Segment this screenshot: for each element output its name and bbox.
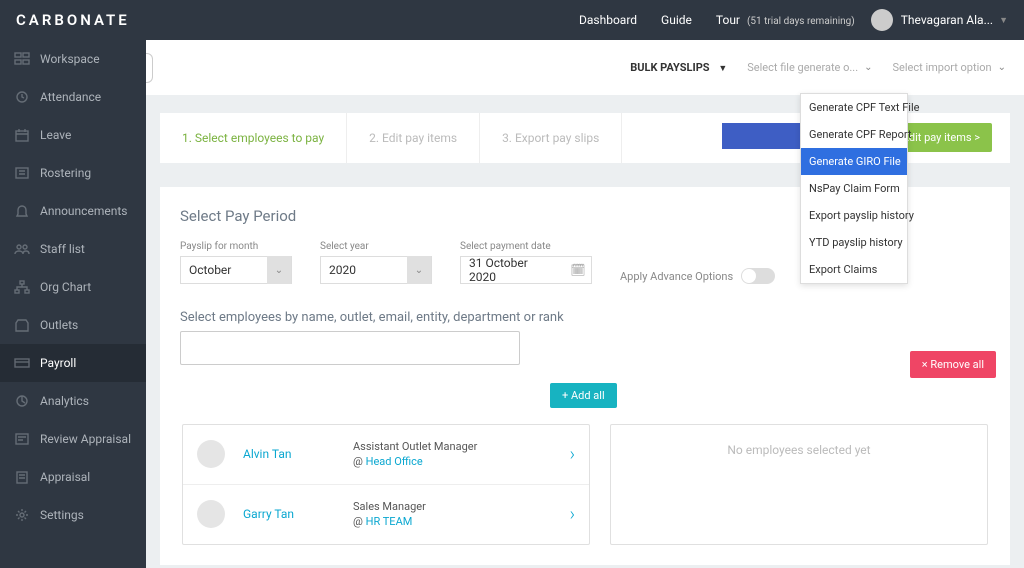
review-icon: [14, 432, 30, 446]
nav-tour-label: Tour: [716, 13, 740, 27]
sidebar-item-org-chart[interactable]: Org Chart: [0, 268, 146, 306]
payment-date-input[interactable]: 31 October 2020 🗓: [460, 256, 592, 284]
selected-employees-pane: No employees selected yet: [610, 424, 988, 545]
avatar: [197, 500, 225, 528]
generate-dropdown-menu: Generate CPF Text File Generate CPF Repo…: [800, 93, 908, 284]
chevron-down-icon[interactable]: ▼: [999, 15, 1008, 26]
chevron-down-icon: ▼: [718, 64, 727, 74]
generate-option[interactable]: Generate GIRO File: [801, 148, 907, 175]
generate-option[interactable]: Export payslip history: [801, 202, 907, 229]
analytics-icon: [14, 394, 30, 408]
employee-meta: Assistant Outlet Manager @ Head Office: [353, 439, 570, 470]
employee-search-label: Select employees by name, outlet, email,…: [180, 310, 990, 325]
nav-dashboard[interactable]: Dashboard: [579, 13, 637, 27]
employee-name[interactable]: Alvin Tan: [243, 447, 353, 461]
sidebar: Workspace Attendance Leave Rostering Ann…: [0, 40, 146, 568]
rostering-icon: [14, 166, 30, 180]
month-select[interactable]: October ⌄: [180, 256, 292, 284]
org-chart-icon: [14, 280, 30, 294]
leave-icon: [14, 128, 30, 142]
generate-option[interactable]: Generate CPF Report: [801, 121, 907, 148]
advance-options-toggle[interactable]: [741, 268, 775, 284]
outlets-icon: [14, 318, 30, 332]
generate-option[interactable]: YTD payslip history: [801, 229, 907, 256]
sidebar-item-label: Outlets: [40, 318, 78, 332]
sidebar-item-label: Analytics: [40, 394, 89, 408]
sidebar-item-label: Announcements: [40, 204, 127, 218]
gear-icon: [14, 508, 30, 522]
remove-all-button[interactable]: × Remove all: [910, 351, 996, 378]
employee-meta: Sales Manager @ HR TEAM: [353, 499, 570, 530]
bell-icon: [14, 204, 30, 218]
sidebar-item-workspace[interactable]: Workspace: [0, 40, 146, 78]
sidebar-item-leave[interactable]: Leave: [0, 116, 146, 154]
chevron-down-icon: ⌄: [998, 62, 1006, 73]
advance-options-label: Apply Advance Options: [620, 270, 733, 283]
sidebar-item-label: Appraisal: [40, 470, 90, 484]
sidebar-item-analytics[interactable]: Analytics: [0, 382, 146, 420]
bulk-payslips-label[interactable]: BULK PAYSLIPS ▼: [630, 61, 727, 74]
available-employees-pane: Alvin Tan Assistant Outlet Manager @ Hea…: [182, 424, 590, 545]
step-1[interactable]: 1. Select employees to pay: [160, 113, 347, 163]
employee-row[interactable]: Alvin Tan Assistant Outlet Manager @ Hea…: [183, 425, 589, 485]
generate-option[interactable]: Generate CPF Text File: [801, 94, 907, 121]
sidebar-item-payroll[interactable]: Payroll: [0, 344, 146, 382]
chevron-down-icon: ⌄: [864, 62, 872, 73]
nav-tour[interactable]: Tour (51 trial days remaining): [716, 13, 855, 27]
empty-state-text: No employees selected yet: [727, 443, 870, 457]
generate-dropdown[interactable]: Select file generate o... ⌄: [747, 61, 872, 74]
employee-name[interactable]: Garry Tan: [243, 507, 353, 521]
sidebar-item-outlets[interactable]: Outlets: [0, 306, 146, 344]
avatar[interactable]: [871, 9, 893, 31]
sidebar-item-label: Staff list: [40, 242, 85, 256]
import-dropdown[interactable]: Select import option ⌄: [892, 61, 1006, 74]
payment-date-value: 31 October 2020: [461, 256, 565, 284]
sidebar-item-label: Settings: [40, 508, 84, 522]
callout-arrow: [722, 123, 800, 149]
sidebar-item-staff-list[interactable]: Staff list: [0, 230, 146, 268]
chevron-down-icon: ⌄: [407, 256, 431, 284]
sidebar-item-label: Payroll: [40, 356, 76, 370]
chevron-down-icon: ⌄: [267, 256, 291, 284]
chevron-right-icon[interactable]: ›: [570, 444, 575, 465]
sidebar-item-appraisal[interactable]: Appraisal: [0, 458, 146, 496]
sidebar-item-label: Attendance: [40, 90, 101, 104]
sidebar-item-review-appraisal[interactable]: Review Appraisal: [0, 420, 146, 458]
add-all-button[interactable]: + Add all: [550, 383, 617, 408]
employee-search-input[interactable]: [180, 331, 520, 365]
sidebar-item-rostering[interactable]: Rostering: [0, 154, 146, 192]
sidebar-item-announcements[interactable]: Announcements: [0, 192, 146, 230]
trial-days: (51 trial days remaining): [747, 16, 855, 27]
step-2[interactable]: 2. Edit pay items: [347, 113, 480, 163]
month-label: Payslip for month: [180, 241, 292, 252]
sidebar-item-settings[interactable]: Settings: [0, 496, 146, 534]
sidebar-item-label: Leave: [40, 128, 71, 142]
step-3[interactable]: 3. Export pay slips: [480, 113, 622, 163]
payment-date-label: Select payment date: [460, 241, 592, 252]
side-tab-handle[interactable]: [146, 53, 153, 83]
appraisal-icon: [14, 470, 30, 484]
sidebar-item-label: Org Chart: [40, 280, 91, 294]
sidebar-item-attendance[interactable]: Attendance: [0, 78, 146, 116]
sidebar-item-label: Review Appraisal: [40, 432, 131, 446]
year-select[interactable]: 2020 ⌄: [320, 256, 432, 284]
calendar-icon: 🗓: [565, 263, 591, 277]
employee-row[interactable]: Garry Tan Sales Manager @ HR TEAM ›: [183, 485, 589, 544]
avatar: [197, 440, 225, 468]
generate-option[interactable]: NsPay Claim Form: [801, 175, 907, 202]
generate-option[interactable]: Export Claims: [801, 256, 907, 283]
sidebar-item-label: Rostering: [40, 166, 91, 180]
workspace-icon: [14, 52, 30, 66]
year-value: 2020: [321, 263, 407, 277]
payroll-icon: [14, 356, 30, 370]
username[interactable]: Thevagaran Ala...: [901, 13, 993, 27]
sidebar-item-label: Workspace: [40, 52, 100, 66]
year-label: Select year: [320, 241, 432, 252]
attendance-icon: [14, 90, 30, 104]
chevron-right-icon[interactable]: ›: [570, 504, 575, 525]
brand-logo: CARBONATE: [16, 11, 130, 29]
people-icon: [14, 242, 30, 256]
nav-guide[interactable]: Guide: [661, 13, 692, 27]
month-value: October: [181, 263, 267, 277]
